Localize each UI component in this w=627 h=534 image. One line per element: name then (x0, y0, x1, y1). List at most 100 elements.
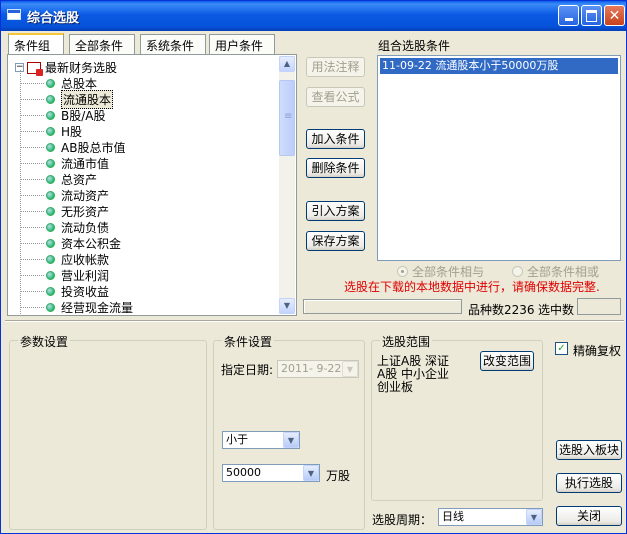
exact-restore-label: 精确复权 (573, 344, 622, 358)
radio-icon (397, 266, 408, 277)
dropdown-icon[interactable]: ▼ (526, 509, 542, 525)
scroll-up-icon[interactable]: ▲ (279, 56, 295, 72)
tree-item-label: 营业利润 (61, 268, 110, 283)
dropdown-icon[interactable]: ▼ (303, 465, 319, 481)
variety-count: 2236 (504, 303, 535, 317)
tree-item-label: 流动资产 (61, 188, 110, 203)
close-button[interactable]: 关闭 (556, 506, 622, 526)
tree-item-label: 资本公积金 (61, 236, 122, 251)
formula-icon (46, 270, 55, 280)
dropdown-icon[interactable]: ▼ (342, 361, 358, 377)
params-title: 参数设置 (18, 333, 71, 350)
close-icon: ✕ (608, 7, 621, 24)
tree-item[interactable]: 流动负债 (20, 219, 109, 235)
separator (5, 320, 624, 322)
tree-item-label: 流通市值 (61, 156, 110, 171)
tree-scrollbar[interactable]: ▲ ▼ (279, 56, 295, 314)
tree-item[interactable]: 总资产 (20, 171, 97, 187)
range-title: 选股范围 (380, 333, 433, 350)
folder-icon (27, 61, 43, 76)
operator-value: 小于 (226, 433, 248, 446)
operator-select[interactable]: 小于 ▼ (222, 431, 300, 449)
variety-count-label: 品种数2236 (468, 303, 535, 317)
exact-restore-checkbox[interactable]: ✓ (555, 342, 568, 355)
combined-conditions-label: 组合选股条件 (378, 39, 451, 53)
scroll-down-icon[interactable]: ▼ (279, 298, 295, 314)
add-to-block-button[interactable]: 选股入板块 (556, 440, 622, 460)
view-formula-button[interactable]: 查看公式 (306, 87, 365, 107)
date-label: 指定日期: (221, 363, 274, 377)
close-window-button[interactable]: ✕ (604, 5, 625, 26)
value-select[interactable]: 50000 ▼ (222, 464, 320, 482)
tree-item-label: 经营现金流量 (61, 300, 134, 315)
change-range-button[interactable]: 改变范围 (480, 351, 534, 371)
tab-user-conditions[interactable]: 用户条件 (209, 34, 275, 54)
tree-item[interactable]: B股/A股 (20, 107, 106, 123)
tree-item[interactable]: 营业利润 (20, 267, 109, 283)
delete-condition-button[interactable]: 删除条件 (306, 158, 365, 178)
dropdown-icon[interactable]: ▼ (283, 432, 299, 448)
tree-root[interactable]: − 最新财务选股 (15, 59, 117, 76)
tree-item-label: B股/A股 (61, 108, 106, 123)
tree-item[interactable]: 投资收益 (20, 283, 109, 299)
usage-note-button[interactable]: 用法注释 (306, 57, 365, 77)
formula-icon (46, 94, 55, 104)
minimize-button[interactable] (558, 5, 579, 26)
radio-icon (512, 266, 523, 277)
condition-tree[interactable]: − 最新财务选股 总股本 流通股本 B股/A股 H股 AB股总市值 流通市值 总… (9, 56, 280, 314)
value-value: 50000 (226, 466, 261, 479)
tab-condition-group[interactable]: 条件组 (8, 33, 64, 55)
period-value: 日线 (442, 510, 464, 523)
tree-item-label: 应收帐款 (61, 252, 110, 267)
stock-screener-window: 综合选股 ✕ 条件组 全部条件 系统条件 用户条件 − 最新财务选股 总股本 流… (0, 0, 627, 534)
progress-bar (303, 299, 462, 314)
tree-item[interactable]: 资本公积金 (20, 235, 121, 251)
combined-conditions-list[interactable]: 11-09-22 流通股本小于50000万股 (377, 55, 621, 261)
tree-item[interactable]: 经营现金流量 (20, 299, 133, 314)
title-bar[interactable]: 综合选股 ✕ (1, 1, 626, 31)
tree-item[interactable]: H股 (20, 123, 82, 139)
formula-icon (46, 238, 55, 248)
tab-system-conditions[interactable]: 系统条件 (140, 34, 206, 54)
tree-item-selected[interactable]: 流通股本 (20, 89, 114, 109)
formula-icon (46, 254, 55, 264)
tree-item[interactable]: AB股总市值 (20, 139, 125, 155)
formula-icon (46, 222, 55, 232)
date-picker[interactable]: 2011- 9-22 ▼ (277, 360, 359, 378)
period-label: 选股周期： (372, 513, 433, 527)
add-condition-button[interactable]: 加入条件 (306, 129, 365, 149)
tree-item-label: 无形资产 (61, 204, 110, 219)
scroll-thumb[interactable] (279, 80, 295, 156)
range-line: 创业板 (377, 380, 414, 394)
import-scheme-button[interactable]: 引入方案 (306, 201, 365, 221)
tree-item-label: 投资收益 (61, 284, 110, 299)
selected-count-label: 选中数 (538, 303, 575, 317)
unit-label: 万股 (326, 469, 351, 483)
tree-item-label: AB股总市值 (61, 140, 126, 155)
maximize-button[interactable] (581, 5, 602, 26)
tree-item[interactable]: 流动资产 (20, 187, 109, 203)
selected-count-box (577, 298, 621, 315)
tree-item[interactable]: 流通市值 (20, 155, 109, 171)
formula-icon (46, 174, 55, 184)
tab-all-conditions[interactable]: 全部条件 (69, 34, 135, 54)
formula-icon (46, 142, 55, 152)
formula-icon (46, 286, 55, 296)
execute-screen-button[interactable]: 执行选股 (556, 473, 622, 493)
formula-icon (46, 190, 55, 200)
formula-icon (46, 78, 55, 88)
tree-root-label: 最新财务选股 (45, 61, 118, 75)
window-title: 综合选股 (27, 11, 80, 26)
params-group: 参数设置 (9, 333, 207, 530)
condition-tree-panel: − 最新财务选股 总股本 流通股本 B股/A股 H股 AB股总市值 流通市值 总… (7, 54, 297, 316)
period-select[interactable]: 日线 ▼ (438, 508, 543, 526)
date-value: 2011- 9-22 (281, 362, 342, 375)
tree-item[interactable]: 无形资产 (20, 203, 109, 219)
save-scheme-button[interactable]: 保存方案 (306, 231, 365, 251)
list-item[interactable]: 11-09-22 流通股本小于50000万股 (380, 58, 618, 74)
tree-item-label: 流动负债 (61, 220, 110, 235)
formula-icon (46, 302, 55, 312)
formula-icon (46, 206, 55, 216)
tree-item-label: H股 (61, 124, 83, 139)
tree-item[interactable]: 应收帐款 (20, 251, 109, 267)
